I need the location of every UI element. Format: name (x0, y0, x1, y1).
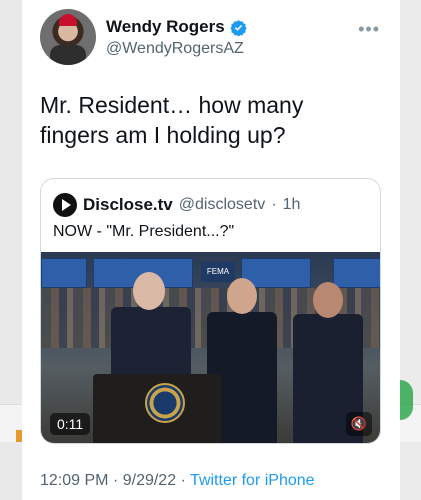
quoted-separator: · (271, 196, 277, 213)
tweet-text-line-2: fingers am I holding up? (40, 122, 286, 148)
avatar-body (50, 45, 86, 65)
video-person-head (133, 272, 165, 310)
tweet-header: Wendy Rogers @WendyRogersAZ ••• (40, 9, 382, 69)
tweet-date[interactable]: 9/29/22 (123, 472, 176, 489)
verified-badge-icon (230, 19, 247, 36)
quoted-tweet-header: Disclose.tv @disclosetv · 1h (53, 193, 300, 217)
more-icon[interactable]: ••• (358, 19, 380, 40)
avatar[interactable] (40, 9, 96, 65)
tweet-source-link[interactable]: Twitter for iPhone (190, 472, 315, 489)
tweet-footer: 12:09 PM · 9/29/22 · Twitter for iPhone (40, 472, 315, 490)
video-player[interactable]: FEMA 0:11 🔇 (41, 252, 380, 443)
author-name[interactable]: Wendy Rogers (106, 17, 225, 37)
video-person-head (313, 282, 343, 318)
video-person-head (227, 278, 257, 314)
footer-separator: · (180, 472, 186, 489)
video-screen (41, 258, 87, 288)
mute-icon[interactable]: 🔇 (346, 412, 372, 436)
tweet-card[interactable]: Wendy Rogers @WendyRogersAZ ••• Mr. Resi… (22, 0, 400, 500)
quoted-author-name[interactable]: Disclose.tv (83, 195, 173, 215)
quoted-author-handle[interactable]: @disclosetv (179, 196, 266, 214)
video-screen (333, 258, 380, 288)
footer-separator: · (112, 472, 119, 489)
tweet-time[interactable]: 12:09 PM (40, 472, 108, 489)
presidential-seal (145, 383, 185, 423)
quoted-tweet[interactable]: Disclose.tv @disclosetv · 1h NOW - "Mr. … (40, 178, 381, 444)
tweet-text: Mr. Resident… how many fingers am I hold… (40, 90, 380, 150)
author-name-row: Wendy Rogers (106, 17, 247, 37)
disclose-logo-icon[interactable] (53, 193, 77, 217)
quoted-age[interactable]: 1h (283, 196, 301, 214)
tweet-text-line-1: Mr. Resident… how many (40, 92, 304, 118)
quoted-tweet-text: NOW - "Mr. President...?" (53, 223, 235, 240)
avatar-hat (59, 14, 77, 26)
fema-sign: FEMA (201, 262, 235, 282)
video-duration-badge: 0:11 (50, 413, 91, 435)
author-handle[interactable]: @WendyRogersAZ (106, 40, 244, 58)
